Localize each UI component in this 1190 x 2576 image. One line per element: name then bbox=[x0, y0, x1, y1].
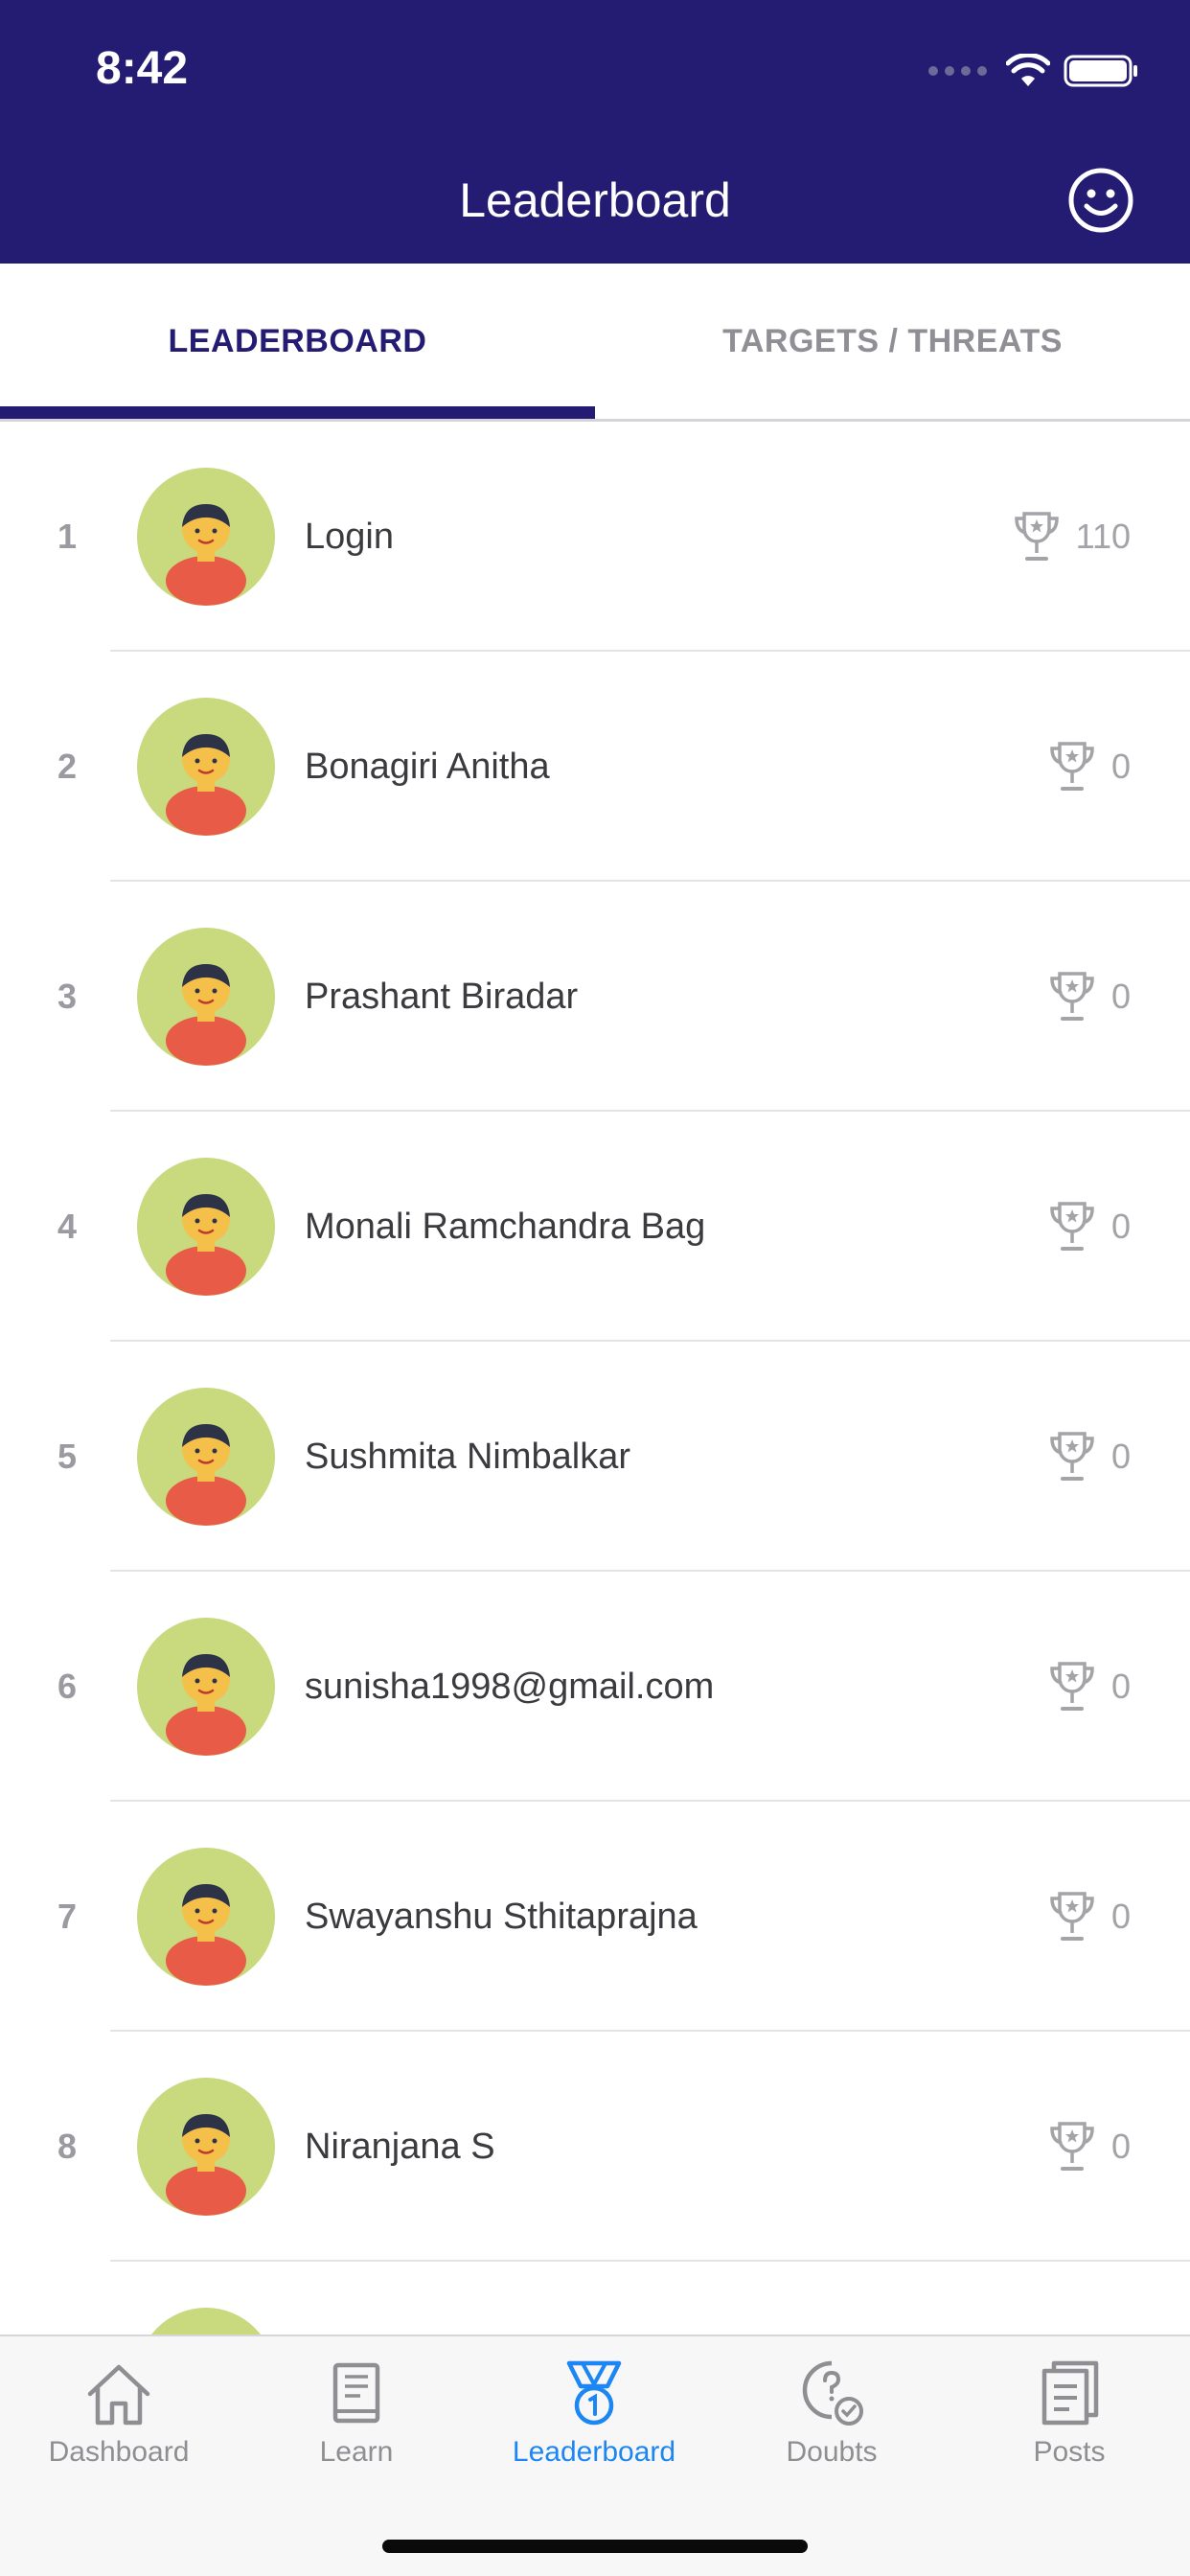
score: 0 bbox=[1048, 1342, 1131, 1572]
score: 0 bbox=[1048, 1802, 1131, 2032]
leaderboard-row[interactable]: 8 Niranjana S 0 bbox=[0, 2032, 1190, 2262]
trophy-icon bbox=[1050, 1892, 1094, 1941]
home-icon bbox=[87, 2364, 150, 2426]
home-indicator[interactable] bbox=[382, 2540, 808, 2553]
leaderboard-row[interactable]: 3 Prashant Biradar 0 bbox=[0, 882, 1190, 1112]
smiley-icon[interactable] bbox=[1067, 167, 1134, 234]
user-name: Swayanshu Sthitaprajna bbox=[305, 1896, 698, 1937]
status-time: 8:42 bbox=[96, 43, 189, 94]
nav-dashboard[interactable]: Dashboard bbox=[0, 2356, 238, 2499]
trophy-icon bbox=[1014, 512, 1059, 561]
leaderboard-list[interactable]: 1 Login 110 2 Bonagiri Anitha 0 3 Prasha… bbox=[0, 422, 1190, 2453]
user-avatar-icon bbox=[166, 1194, 246, 1296]
avatar bbox=[137, 1848, 275, 1986]
leaderboard-row[interactable]: 2 Bonagiri Anitha 0 bbox=[0, 652, 1190, 882]
user-avatar-icon bbox=[166, 504, 246, 606]
user-avatar-icon bbox=[166, 1424, 246, 1526]
user-name: Bonagiri Anitha bbox=[305, 746, 550, 787]
score: 0 bbox=[1048, 1572, 1131, 1802]
leaderboard-row[interactable]: 4 Monali Ramchandra Bag 0 bbox=[0, 1112, 1190, 1342]
rank-number: 8 bbox=[57, 2127, 78, 2166]
score: 0 bbox=[1048, 882, 1131, 1112]
page-title: Leaderboard bbox=[459, 173, 731, 227]
nav-label: Learn bbox=[319, 2436, 394, 2468]
avatar bbox=[137, 2078, 275, 2216]
rank-number: 5 bbox=[57, 1437, 78, 1476]
score: 0 bbox=[1048, 652, 1131, 882]
nav-posts[interactable]: Posts bbox=[950, 2356, 1188, 2499]
nav-label: Dashboard bbox=[48, 2436, 190, 2468]
active-tab-indicator bbox=[0, 406, 595, 419]
leaderboard-row[interactable]: 5 Sushmita Nimbalkar 0 bbox=[0, 1342, 1190, 1572]
nav-doubts[interactable]: Doubts bbox=[713, 2356, 950, 2499]
book-icon bbox=[332, 2362, 380, 2424]
score: 110 bbox=[1013, 422, 1131, 652]
tab-leaderboard[interactable]: LEADERBOARD bbox=[0, 264, 595, 419]
trophy-icon bbox=[1050, 2122, 1094, 2171]
tab-targets-threats[interactable]: TARGETS / THREATS bbox=[595, 264, 1190, 419]
leaderboard-screen: 8:42 Leaderboard LEADERBOARD TARGETS / T… bbox=[0, 0, 1190, 2576]
nav-label: Posts bbox=[1033, 2436, 1106, 2468]
trophy-icon bbox=[1050, 742, 1094, 791]
score-value: 0 bbox=[1110, 2127, 1131, 2166]
tab-bar: LEADERBOARD TARGETS / THREATS bbox=[0, 264, 1190, 422]
score-value: 0 bbox=[1110, 1667, 1131, 1706]
nav-leaderboard[interactable]: Leaderboard bbox=[475, 2356, 713, 2499]
user-name: sunisha1998@gmail.com bbox=[305, 1666, 715, 1707]
status-icons bbox=[928, 52, 1140, 90]
leaderboard-row[interactable]: 7 Swayanshu Sthitaprajna 0 bbox=[0, 1802, 1190, 2032]
avatar bbox=[137, 468, 275, 606]
wifi-icon bbox=[1006, 54, 1050, 86]
rank-number: 4 bbox=[57, 1207, 78, 1246]
user-avatar-icon bbox=[166, 964, 246, 1066]
avatar bbox=[137, 1618, 275, 1756]
rank-number: 3 bbox=[57, 977, 78, 1016]
trophy-icon bbox=[1050, 1432, 1094, 1481]
avatar bbox=[137, 1158, 275, 1296]
leaderboard-row[interactable]: 1 Login 110 bbox=[0, 422, 1190, 652]
score-value: 0 bbox=[1110, 1207, 1131, 1246]
user-name: Login bbox=[305, 516, 394, 557]
user-name: Sushmita Nimbalkar bbox=[305, 1436, 630, 1477]
nav-label: Leaderboard bbox=[512, 2436, 676, 2468]
score-value: 0 bbox=[1110, 1897, 1131, 1936]
signal-icon bbox=[928, 66, 987, 76]
user-name: Prashant Biradar bbox=[305, 976, 579, 1017]
trophy-icon bbox=[1050, 1662, 1094, 1711]
nav-learn[interactable]: Learn bbox=[238, 2356, 475, 2499]
leaderboard-row[interactable]: 6 sunisha1998@gmail.com 0 bbox=[0, 1572, 1190, 1802]
trophy-icon bbox=[1050, 1202, 1094, 1251]
rank-number: 1 bbox=[57, 517, 78, 556]
user-name: Niranjana S bbox=[305, 2126, 495, 2167]
rank-number: 7 bbox=[57, 1897, 78, 1936]
battery-icon bbox=[1064, 55, 1137, 87]
app-header: 8:42 Leaderboard bbox=[0, 0, 1190, 264]
avatar bbox=[137, 1388, 275, 1526]
avatar bbox=[137, 928, 275, 1066]
score-value: 0 bbox=[1110, 1437, 1131, 1476]
medal-icon bbox=[566, 2360, 622, 2426]
score-value: 0 bbox=[1110, 977, 1131, 1016]
user-avatar-icon bbox=[166, 734, 246, 836]
user-name: Monali Ramchandra Bag bbox=[305, 1206, 706, 1247]
rank-number: 2 bbox=[57, 747, 78, 786]
score-value: 0 bbox=[1110, 747, 1131, 786]
question-bubble-icon bbox=[802, 2360, 863, 2426]
user-avatar-icon bbox=[166, 2114, 246, 2216]
rank-number: 6 bbox=[57, 1667, 78, 1706]
document-icon bbox=[1041, 2360, 1099, 2426]
trophy-icon bbox=[1050, 972, 1094, 1021]
avatar bbox=[137, 698, 275, 836]
score: 0 bbox=[1048, 2032, 1131, 2262]
score-value: 110 bbox=[1075, 517, 1131, 556]
user-avatar-icon bbox=[166, 1654, 246, 1756]
nav-label: Doubts bbox=[786, 2436, 878, 2468]
score: 0 bbox=[1048, 1112, 1131, 1342]
user-avatar-icon bbox=[166, 1884, 246, 1986]
